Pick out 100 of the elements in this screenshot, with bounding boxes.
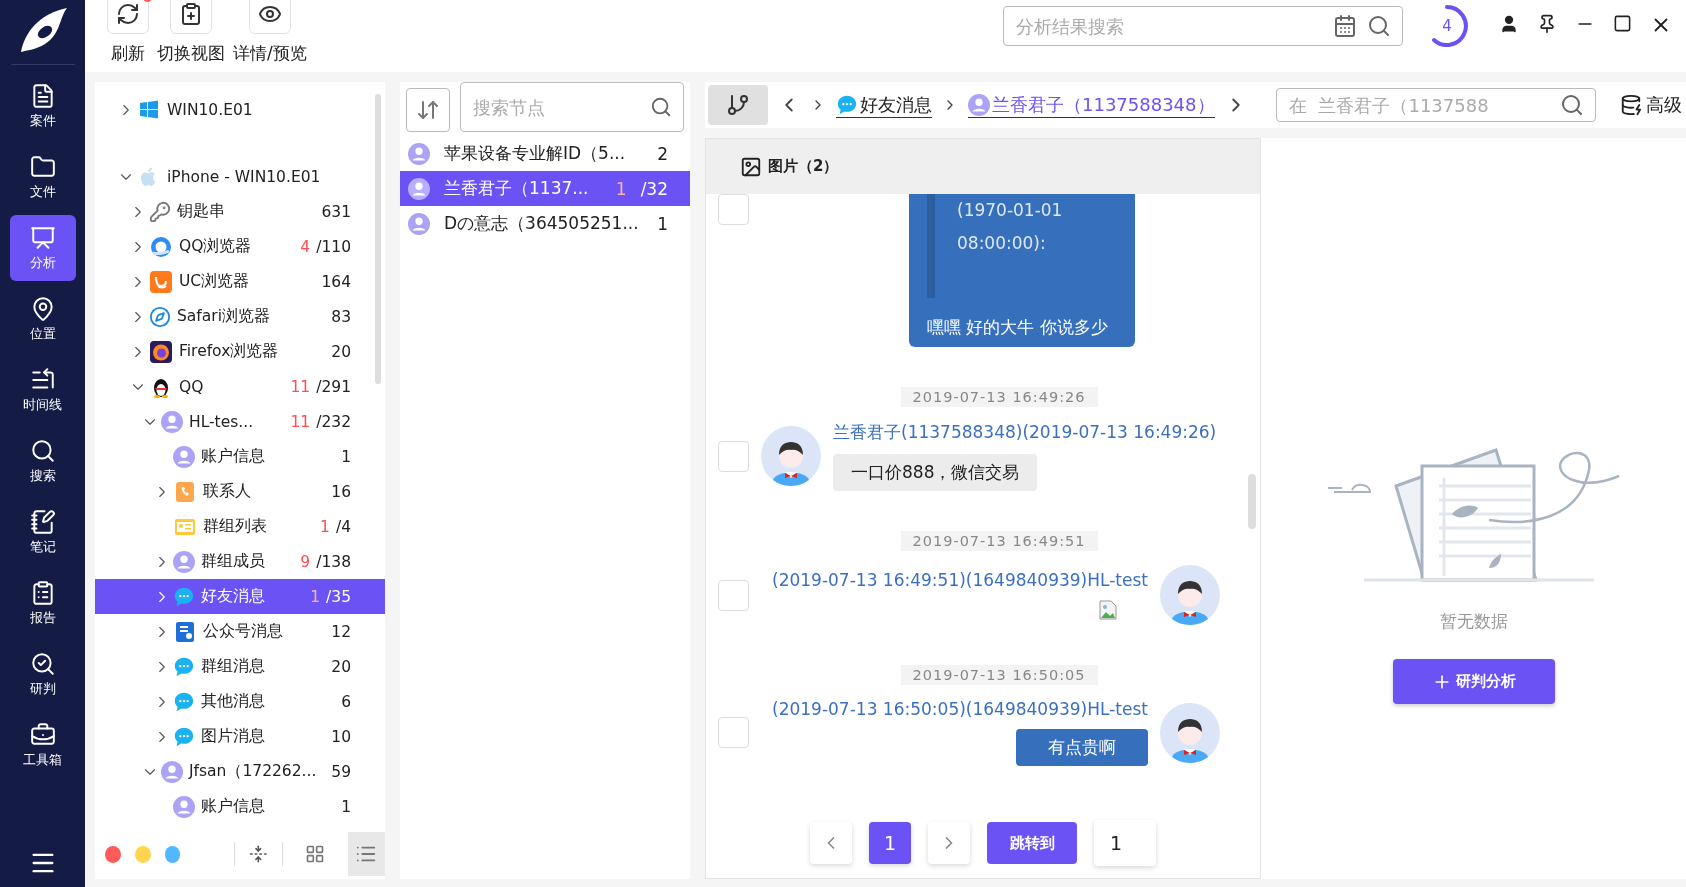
tree-label: 群组成员 <box>201 551 266 572</box>
view-mode-button[interactable] <box>347 832 385 876</box>
tree-label: QQ <box>179 377 205 396</box>
toolbar-button[interactable] <box>170 0 212 34</box>
checkbox[interactable] <box>718 440 749 472</box>
user-icon <box>161 410 183 433</box>
tree-item[interactable]: HL-tes... 11 /232 <box>95 404 385 439</box>
toolbar-label[interactable]: 切换视图 <box>157 42 225 65</box>
maximize-icon[interactable] <box>1613 14 1632 33</box>
sender-name[interactable]: 兰香君子(1137588348)(2019-07-13 16:49:26) <box>833 421 1217 444</box>
tree-label: 图片消息 <box>201 726 266 747</box>
collapse-icon[interactable] <box>249 844 268 864</box>
sort-button[interactable] <box>406 88 450 132</box>
tree-item[interactable]: 好友消息 1 /35 <box>95 579 385 614</box>
toolbar-label[interactable]: 刷新 <box>111 42 145 65</box>
tree-item[interactable]: QQ浏览器 4 /110 <box>95 229 385 264</box>
jump-button[interactable]: 跳转到 <box>987 822 1077 864</box>
toolbar-button[interactable] <box>107 0 149 34</box>
database-search-icon <box>1620 94 1642 116</box>
search-field[interactable]: 在 兰香君子（1137588 <box>1276 88 1596 122</box>
tree-item[interactable]: Firefox浏览器 20 <box>95 334 385 369</box>
tree-item[interactable]: 公众号消息 12 <box>95 614 385 649</box>
message-text: 嘿嘿 好的大牛 你说多少 <box>927 316 1109 339</box>
tree-item[interactable]: 账户信息 1 <box>95 789 385 824</box>
nav-item[interactable]: 位置 <box>9 286 76 352</box>
checkbox[interactable] <box>718 717 749 748</box>
search-field[interactable]: 搜索节点 <box>460 82 684 132</box>
task-counter[interactable]: 4 <box>1425 4 1469 48</box>
nav-item[interactable]: 笔记 <box>9 499 76 565</box>
search-icon[interactable] <box>650 96 672 118</box>
toolbar-label[interactable]: 详情/预览 <box>233 42 307 65</box>
contact-item[interactable]: 苹果设备专业解ID（5... 2 <box>400 136 690 171</box>
tree-item[interactable]: 群组列表 1 /4 <box>95 509 385 544</box>
checkbox[interactable] <box>718 194 749 225</box>
item-count: 164 <box>321 272 351 291</box>
nav-item[interactable]: 案件 <box>9 73 76 139</box>
tree-item[interactable]: iPhone - WIN10.E01 <box>95 159 385 194</box>
keys-icon <box>149 200 171 223</box>
tree-item[interactable]: 其他消息 6 <box>95 684 385 719</box>
sort-icon <box>416 98 440 122</box>
tree-item[interactable]: 钥匙串 631 <box>95 194 385 229</box>
page-button[interactable]: 1 <box>869 822 911 864</box>
item-count: 2 <box>657 143 668 164</box>
search-icon[interactable] <box>1560 93 1584 117</box>
toolbar-button[interactable] <box>248 0 291 34</box>
calendar-icon[interactable] <box>1333 14 1357 38</box>
alert-count: 11 <box>290 412 311 431</box>
scrollbar[interactable] <box>375 94 381 384</box>
nav-item[interactable]: 分析 <box>9 215 76 281</box>
tree-item[interactable]: Safari浏览器 83 <box>95 299 385 334</box>
search-icon[interactable] <box>1367 14 1391 38</box>
sender-name[interactable]: (2019-07-13 16:50:05)(1649840939)HL-test <box>772 699 1148 719</box>
search-field[interactable]: 分析结果搜索 <box>1003 6 1403 46</box>
analysis-button[interactable]: 研判分析 <box>1392 659 1555 704</box>
app-tile-icon <box>149 269 173 294</box>
tree-label: QQ浏览器 <box>179 236 253 257</box>
color-filter-dot[interactable] <box>134 845 151 863</box>
user-icon[interactable] <box>1499 14 1519 34</box>
tree-item[interactable]: WIN10.E01 <box>95 92 385 127</box>
nav-item[interactable]: 工具箱 <box>9 712 76 778</box>
nav-item[interactable]: 报告 <box>9 570 76 636</box>
globe-icon <box>149 339 173 364</box>
tree-item[interactable]: UC浏览器 164 <box>95 264 385 299</box>
folder-icon <box>29 153 56 180</box>
tree-item[interactable]: Jfsan（172262... 59 <box>95 754 385 789</box>
item-count: /35 <box>326 587 351 606</box>
contact-item[interactable]: 兰香君子（1137... 1 /32 <box>400 171 690 206</box>
tree-item[interactable]: 联系人 16 <box>95 474 385 509</box>
tree-label: 钥匙串 <box>177 201 226 222</box>
tab[interactable]: 图片（2） <box>740 155 839 178</box>
tree-item[interactable]: 群组消息 20 <box>95 649 385 684</box>
alert-count: 1 <box>310 587 321 606</box>
pin-icon[interactable] <box>1537 14 1557 34</box>
color-filter-dot[interactable] <box>105 845 121 863</box>
nav-item[interactable]: 研判 <box>9 641 76 707</box>
tree-item[interactable]: 账户信息 1 <box>95 439 385 474</box>
tree-item[interactable]: 群组成员 9 /138 <box>95 544 385 579</box>
nav-item[interactable]: 文件 <box>9 144 76 210</box>
breadcrumb-link[interactable]: 兰香君子（1137588348） <box>968 92 1215 118</box>
compass-icon <box>149 305 171 328</box>
tree-label: HL-tes... <box>189 412 255 431</box>
item-count: 83 <box>331 307 351 326</box>
page-input[interactable]: 1 <box>1094 820 1156 866</box>
user-icon <box>408 142 430 165</box>
advanced-search-button[interactable]: 高级 <box>1620 93 1682 117</box>
contact-item[interactable]: Dの意志（364505251... 1 <box>400 206 690 241</box>
color-filter-dot[interactable] <box>164 845 181 863</box>
tree-item[interactable]: 图片消息 10 <box>95 719 385 754</box>
sender-name[interactable]: (2019-07-13 16:49:51)(1649840939)HL-test <box>772 570 1148 590</box>
breadcrumb-link[interactable]: 好友消息 <box>836 92 932 118</box>
tree-label: 账户信息 <box>201 446 266 467</box>
branch-button[interactable] <box>708 85 768 125</box>
user-icon <box>173 550 195 573</box>
scrollbar[interactable] <box>1248 474 1256 529</box>
contact-name: Dの意志（364505251... <box>444 212 640 235</box>
nav-item[interactable]: 搜索 <box>9 428 76 494</box>
inspect-icon <box>29 650 56 677</box>
tree-item[interactable]: QQ 11 /291 <box>95 369 385 404</box>
nav-item[interactable]: 时间线 <box>9 357 76 423</box>
checkbox[interactable] <box>718 579 749 611</box>
